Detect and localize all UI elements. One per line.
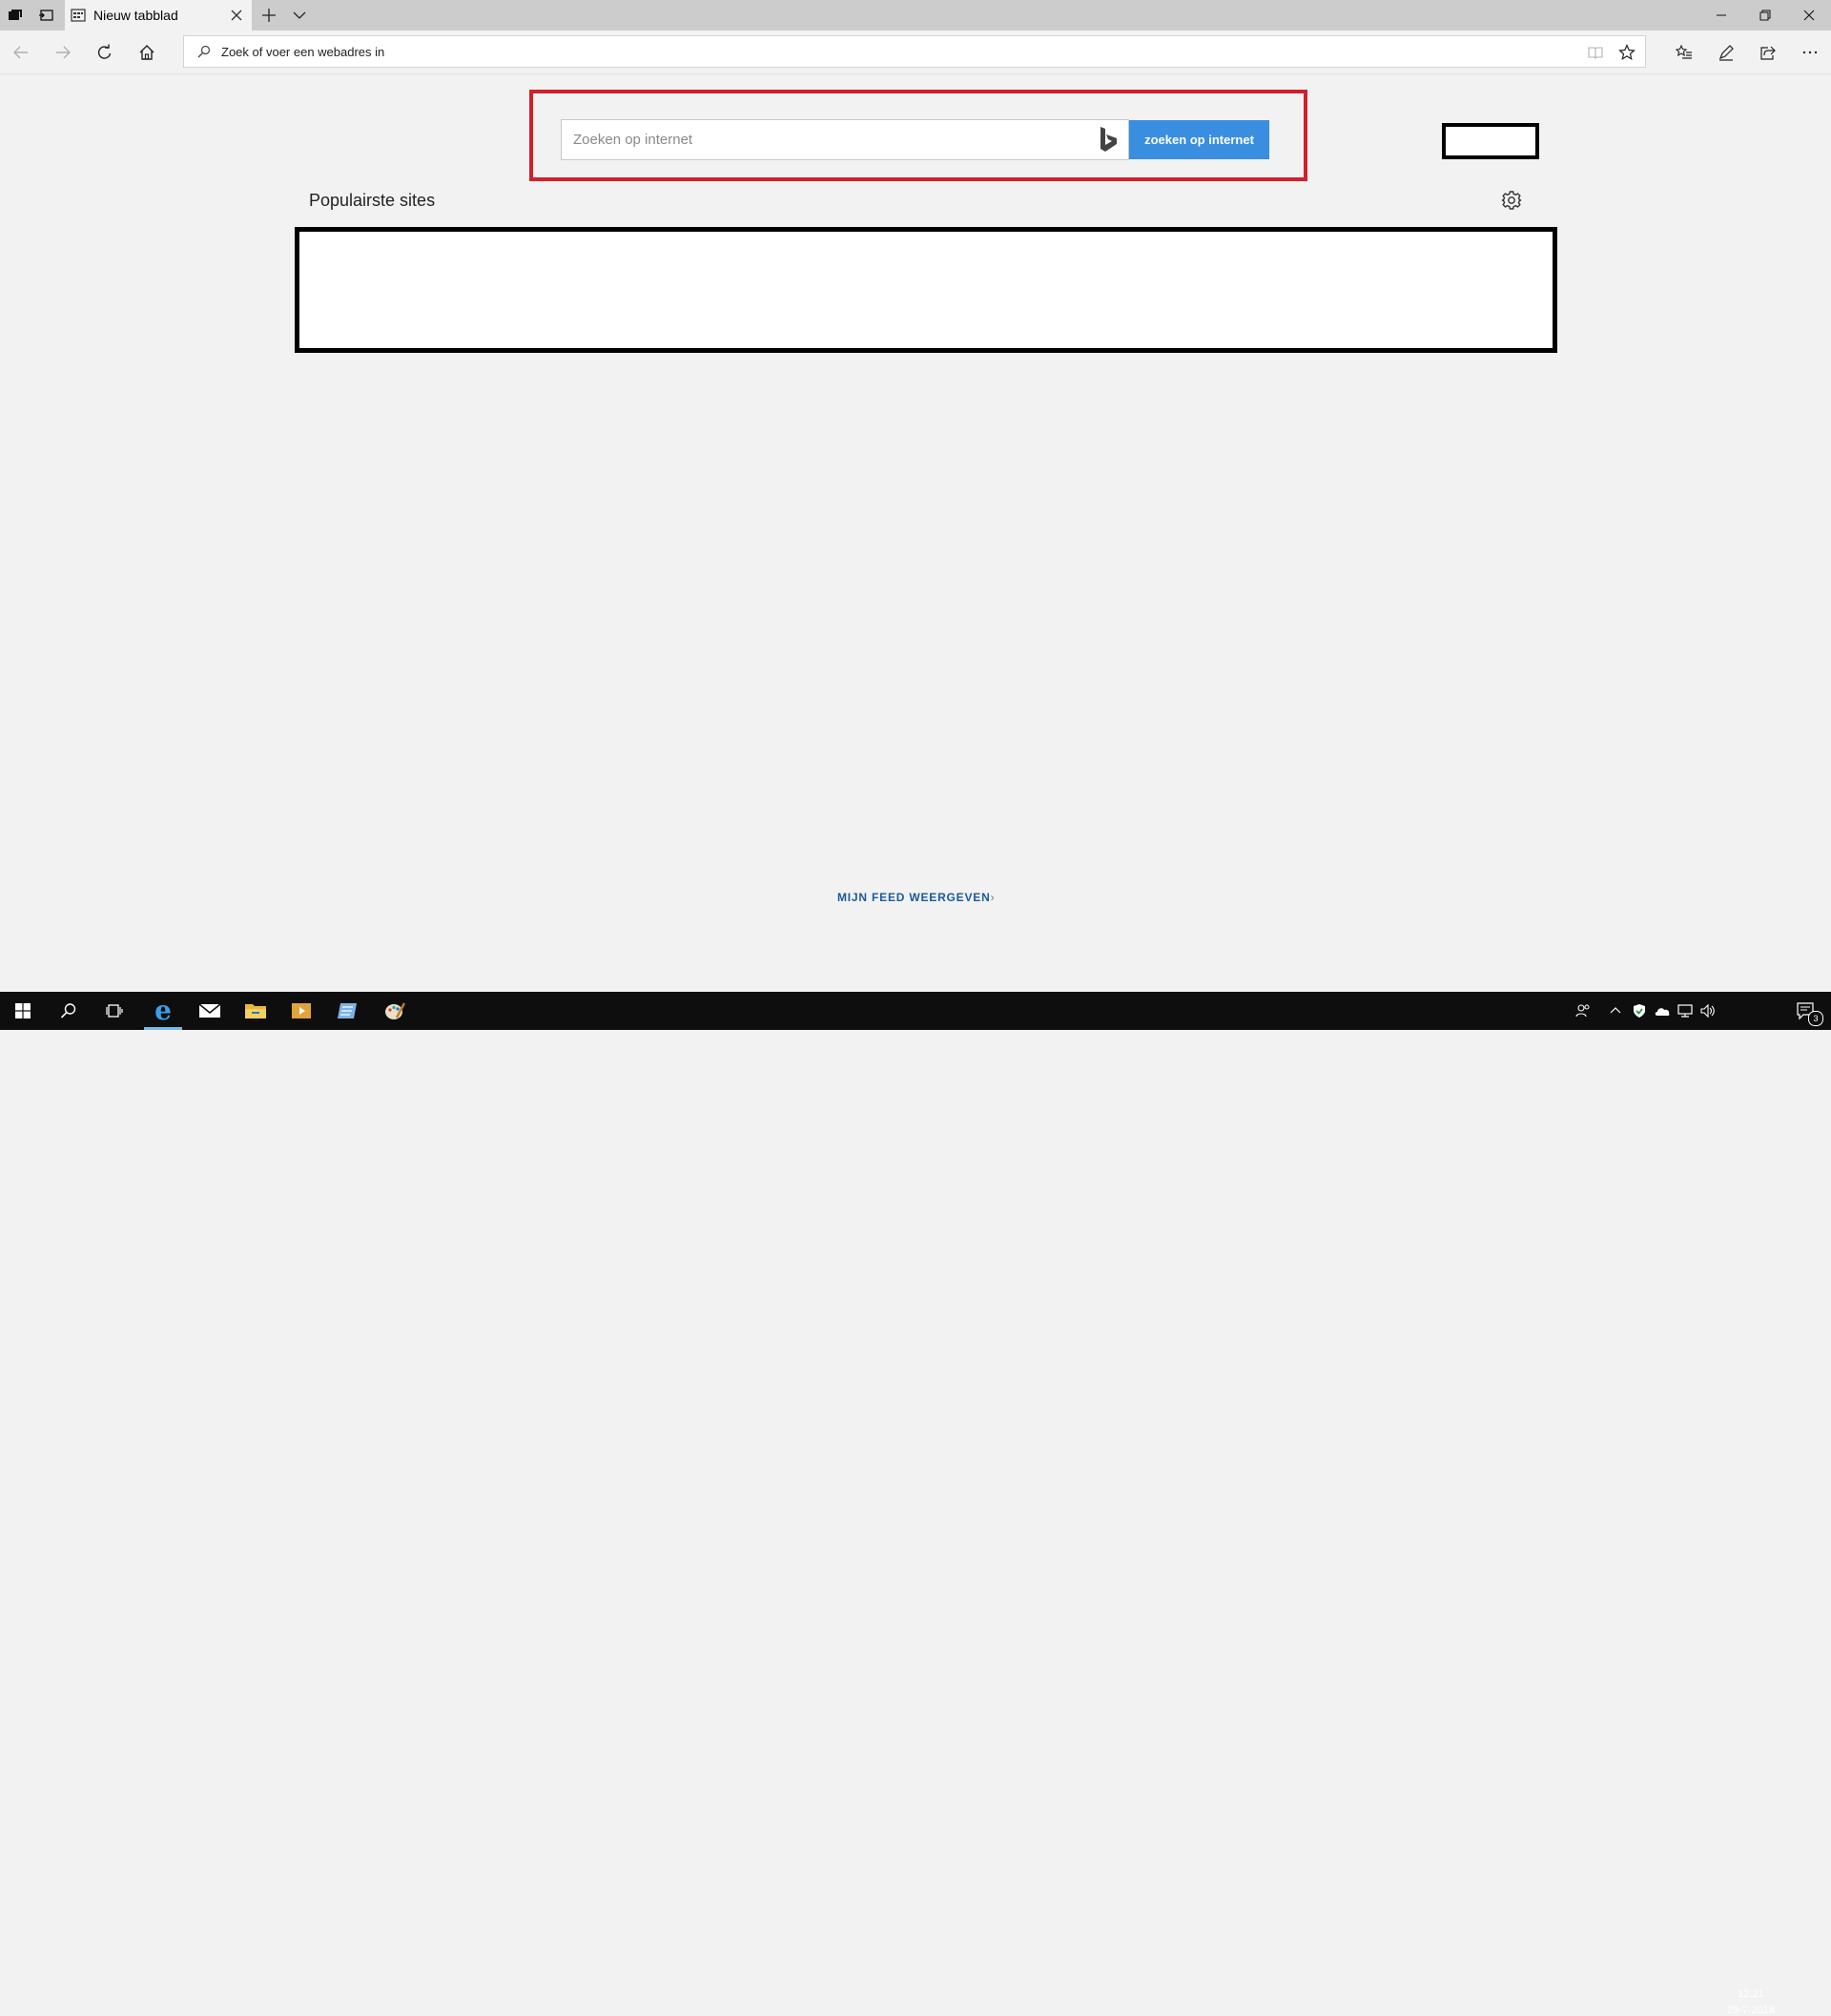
favorites-hub-icon[interactable] bbox=[1667, 36, 1701, 69]
onedrive-icon[interactable] bbox=[1652, 992, 1673, 1030]
file-explorer-icon[interactable] bbox=[233, 992, 278, 1030]
mail-icon[interactable] bbox=[187, 992, 233, 1030]
active-tab[interactable]: Nieuw tabblad bbox=[65, 0, 252, 31]
add-tab-icon[interactable] bbox=[254, 0, 284, 31]
address-bar[interactable]: Zoek of voer een webadres in bbox=[183, 35, 1646, 68]
action-center-icon[interactable]: 3 bbox=[1787, 992, 1825, 1030]
volume-icon[interactable] bbox=[1697, 992, 1718, 1030]
tab-title: Nieuw tabblad bbox=[93, 8, 178, 23]
my-feed-link[interactable]: MIJN FEED WEERGEVEN› bbox=[837, 891, 995, 904]
notification-count-badge: 3 bbox=[1808, 1011, 1823, 1026]
network-icon[interactable] bbox=[1675, 992, 1696, 1030]
paint-app-icon[interactable] bbox=[372, 992, 418, 1030]
navigation-bar: Zoek of voer een webadres in bbox=[0, 31, 1831, 74]
favorite-star-icon[interactable] bbox=[1618, 44, 1636, 61]
home-icon[interactable] bbox=[130, 36, 164, 69]
people-icon[interactable] bbox=[1572, 992, 1594, 1030]
defender-icon[interactable] bbox=[1629, 992, 1650, 1030]
set-aside-icon[interactable] bbox=[31, 0, 61, 31]
clock-date[interactable]: 29-7-2018 bbox=[1721, 2005, 1780, 2016]
close-tab-icon[interactable] bbox=[229, 8, 244, 23]
top-sites-redacted-box bbox=[295, 227, 1557, 353]
edge-icon[interactable]: e bbox=[140, 992, 186, 1030]
web-search-input[interactable] bbox=[561, 119, 1129, 160]
settings-gear-icon[interactable] bbox=[1500, 189, 1523, 212]
task-view-icon[interactable] bbox=[92, 992, 137, 1030]
tray-chevron-icon[interactable] bbox=[1606, 992, 1625, 1030]
minimize-icon[interactable] bbox=[1699, 0, 1743, 31]
close-window-icon[interactable] bbox=[1787, 0, 1831, 31]
address-placeholder: Zoek of voer een webadres in bbox=[221, 45, 385, 59]
title-bar: Nieuw tabblad bbox=[0, 0, 1831, 31]
back-icon[interactable] bbox=[4, 36, 38, 69]
taskbar: e 12:21 29-7-2018 3 bbox=[0, 992, 1831, 2016]
tab-manager-icon[interactable] bbox=[0, 0, 31, 31]
web-note-icon[interactable] bbox=[1709, 36, 1743, 69]
share-icon[interactable] bbox=[1751, 36, 1785, 69]
search-icon bbox=[197, 45, 211, 58]
windows-start-icon[interactable] bbox=[0, 992, 46, 1030]
reading-view-icon[interactable] bbox=[1588, 45, 1603, 60]
taskbar-search-icon[interactable] bbox=[46, 992, 92, 1030]
tab-preview-chevron-icon[interactable] bbox=[284, 0, 315, 31]
feed-link-label: MIJN FEED WEERGEVEN bbox=[837, 891, 991, 904]
refresh-icon[interactable] bbox=[88, 36, 122, 69]
more-icon[interactable] bbox=[1793, 36, 1827, 69]
search-button[interactable]: zoeken op internet bbox=[1129, 120, 1269, 159]
restore-icon[interactable] bbox=[1743, 0, 1787, 31]
redacted-box bbox=[1442, 123, 1539, 159]
bing-icon[interactable] bbox=[1096, 126, 1121, 153]
notes-app-icon[interactable] bbox=[324, 992, 370, 1030]
clock-time[interactable]: 12:21 bbox=[1736, 1988, 1766, 2000]
media-player-icon[interactable] bbox=[278, 992, 324, 1030]
new-tab-page-icon bbox=[71, 8, 86, 23]
top-sites-title: Populairste sites bbox=[309, 191, 436, 210]
feed-link-chevron: › bbox=[990, 891, 996, 904]
forward-icon[interactable] bbox=[46, 36, 80, 69]
